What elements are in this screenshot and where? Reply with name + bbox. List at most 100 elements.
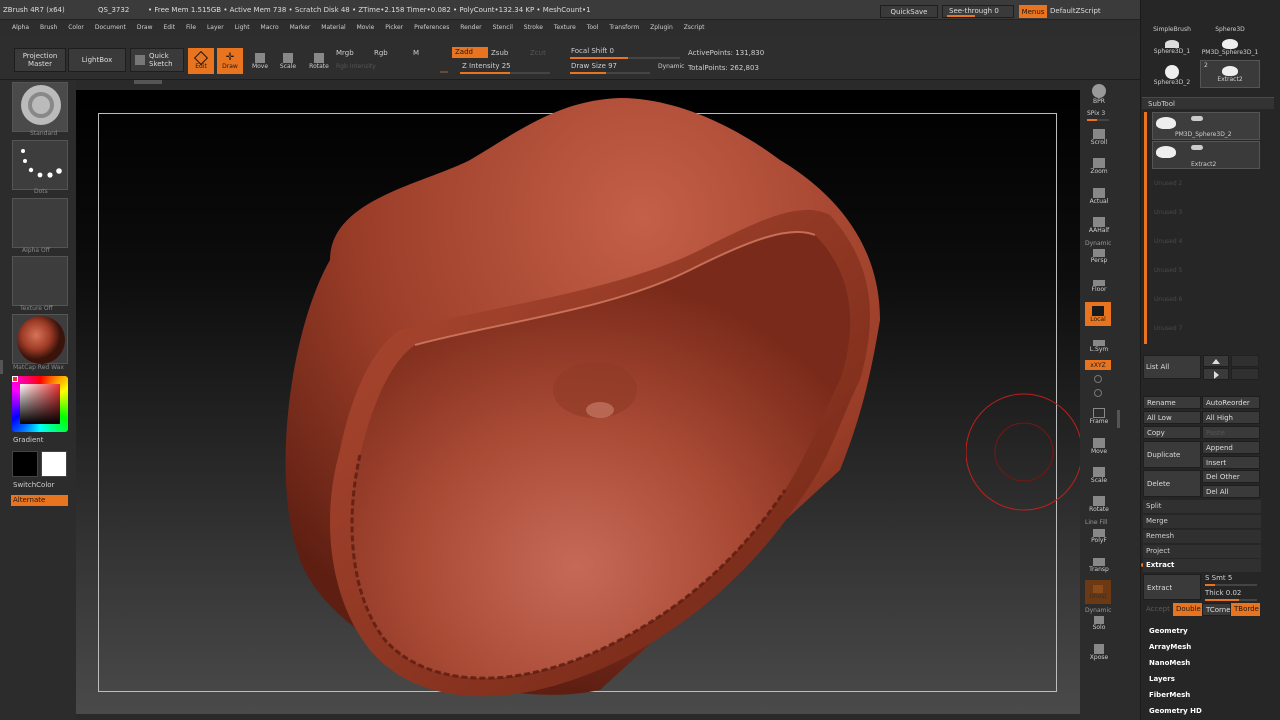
rotate-y-icon[interactable] bbox=[1094, 375, 1102, 383]
scale-view-button[interactable]: Scale bbox=[1087, 463, 1111, 487]
stroke-button[interactable] bbox=[12, 140, 68, 190]
remesh-section[interactable]: Remesh bbox=[1143, 530, 1261, 543]
autoreorder-button[interactable]: AutoReorder bbox=[1202, 396, 1260, 409]
subtool-slot-2[interactable]: Unused 2 bbox=[1146, 170, 1256, 198]
lsym-button[interactable]: L.Sym bbox=[1087, 336, 1111, 356]
rgb-intensity-slider[interactable]: Rgb Intensity bbox=[336, 63, 376, 70]
solo-button[interactable]: Solo bbox=[1087, 613, 1111, 633]
xyz-toggle[interactable]: xXYZ bbox=[1085, 360, 1111, 370]
draw-size-slider[interactable]: Draw Size 97 bbox=[571, 62, 617, 70]
del-other-button[interactable]: Del Other bbox=[1202, 470, 1260, 483]
fibermesh-section[interactable]: FiberMesh bbox=[1149, 691, 1190, 699]
z-intensity-slider[interactable]: Z Intensity 25 bbox=[462, 62, 511, 70]
rgb-toggle[interactable]: Rgb bbox=[374, 49, 388, 57]
tcorne-toggle[interactable]: TCorne bbox=[1202, 603, 1231, 616]
focal-shift-slider[interactable]: Focal Shift 0 bbox=[571, 47, 614, 55]
default-zscript[interactable]: DefaultZScript bbox=[1050, 7, 1101, 15]
menu-picker[interactable]: Picker bbox=[385, 24, 403, 31]
menu-color[interactable]: Color bbox=[68, 24, 84, 31]
menu-file[interactable]: File bbox=[186, 24, 196, 31]
rotate-view-button[interactable]: Rotate bbox=[1087, 492, 1111, 516]
menu-texture[interactable]: Texture bbox=[554, 24, 576, 31]
move-view-button[interactable]: Move bbox=[1087, 434, 1111, 458]
edit-button[interactable]: Edit bbox=[188, 48, 214, 74]
color-picker[interactable] bbox=[10, 376, 70, 434]
arrow-right-button[interactable] bbox=[1203, 368, 1229, 380]
aahalf-button[interactable]: AAHalf bbox=[1087, 213, 1111, 237]
menu-transform[interactable]: Transform bbox=[609, 24, 639, 31]
menu-render[interactable]: Render bbox=[460, 24, 481, 31]
project-section[interactable]: Project bbox=[1143, 545, 1261, 558]
menu-preferences[interactable]: Preferences bbox=[414, 24, 449, 31]
visibility-icon[interactable] bbox=[1191, 116, 1203, 121]
tborde-toggle[interactable]: TBorde bbox=[1231, 603, 1260, 616]
mrgb-toggle[interactable]: Mrgb bbox=[336, 49, 354, 57]
nanomesh-section[interactable]: NanoMesh bbox=[1149, 659, 1190, 667]
menu-draw[interactable]: Draw bbox=[137, 24, 153, 31]
document-canvas[interactable] bbox=[76, 80, 1080, 714]
persp-button[interactable]: Persp bbox=[1087, 246, 1111, 266]
spix-slider[interactable]: SPix 3 bbox=[1087, 110, 1105, 117]
zsub-toggle[interactable]: Zsub bbox=[491, 49, 508, 57]
quicksave-button[interactable]: QuickSave bbox=[880, 5, 938, 18]
right-tray-handle[interactable] bbox=[1117, 410, 1120, 428]
secondary-color-swatch[interactable] bbox=[41, 451, 67, 477]
menu-edit[interactable]: Edit bbox=[163, 24, 175, 31]
local-button[interactable]: Local bbox=[1085, 302, 1111, 326]
main-color-swatch[interactable] bbox=[12, 451, 38, 477]
menu-layer[interactable]: Layer bbox=[207, 24, 224, 31]
xpose-button[interactable]: Xpose bbox=[1087, 641, 1111, 663]
zcut-toggle[interactable]: Zcut bbox=[530, 49, 546, 57]
menu-movie[interactable]: Movie bbox=[357, 24, 375, 31]
copy-button[interactable]: Copy bbox=[1143, 426, 1201, 439]
lightbox-button[interactable]: LightBox bbox=[68, 48, 126, 72]
menu-tool[interactable]: Tool bbox=[587, 24, 599, 31]
zadd-toggle[interactable]: Zadd bbox=[452, 47, 488, 58]
menu-stencil[interactable]: Stencil bbox=[493, 24, 513, 31]
double-toggle[interactable]: Double bbox=[1173, 603, 1202, 616]
bpr-button[interactable]: BPR bbox=[1088, 82, 1110, 106]
switch-color-button[interactable]: SwitchColor bbox=[13, 481, 54, 489]
draw-button[interactable]: ✛ Draw bbox=[217, 48, 243, 74]
floor-button[interactable]: Floor bbox=[1087, 276, 1111, 296]
subtool-slot-3[interactable]: Unused 3 bbox=[1146, 199, 1256, 227]
menu-macro[interactable]: Macro bbox=[261, 24, 279, 31]
menu-document[interactable]: Document bbox=[95, 24, 126, 31]
accept-button[interactable]: Accept bbox=[1143, 603, 1173, 616]
extracted-mesh-model[interactable] bbox=[76, 90, 1080, 714]
m-toggle[interactable]: M bbox=[413, 49, 419, 57]
polyf-button[interactable]: PolyF bbox=[1087, 526, 1111, 546]
subtool-slot-4[interactable]: Unused 4 bbox=[1146, 228, 1256, 256]
all-high-button[interactable]: All High bbox=[1202, 411, 1260, 424]
delete-button[interactable]: Delete bbox=[1143, 470, 1201, 497]
frame-button[interactable]: Frame bbox=[1087, 404, 1111, 428]
append-button[interactable]: Append bbox=[1202, 441, 1260, 454]
tool-sphere3d-2[interactable]: Sphere3D_2 bbox=[1146, 62, 1198, 88]
menu-material[interactable]: Material bbox=[321, 24, 345, 31]
tool-sphere3d-1[interactable]: Sphere3D_1 bbox=[1146, 34, 1198, 60]
geometry-hd-section[interactable]: Geometry HD bbox=[1149, 707, 1202, 715]
extract-section[interactable]: Extract bbox=[1143, 559, 1261, 572]
gradient-toggle[interactable]: Gradient bbox=[13, 436, 43, 444]
move-up-button[interactable] bbox=[1203, 355, 1229, 367]
material-button[interactable] bbox=[12, 314, 68, 364]
menu-stroke[interactable]: Stroke bbox=[524, 24, 543, 31]
subtool-item-2[interactable]: Extract2 bbox=[1152, 141, 1260, 169]
alternate-toggle[interactable]: Alternate bbox=[11, 495, 68, 506]
rotate-z-icon[interactable] bbox=[1094, 389, 1102, 397]
menu-light[interactable]: Light bbox=[235, 24, 250, 31]
alpha-button[interactable] bbox=[12, 198, 68, 248]
tool-pm3d-sphere3d-1[interactable]: PM3D_Sphere3D_1 bbox=[1200, 34, 1260, 60]
zoom-button[interactable]: Zoom bbox=[1087, 154, 1111, 178]
rotate-button[interactable]: Rotate bbox=[306, 48, 332, 74]
quick-sketch-button[interactable]: Quick Sketch bbox=[130, 48, 184, 72]
menu-brush[interactable]: Brush bbox=[40, 24, 57, 31]
move-down-button[interactable] bbox=[1231, 355, 1259, 367]
see-through-slider[interactable]: See-through 0 bbox=[942, 5, 1014, 18]
menu-marker[interactable]: Marker bbox=[290, 24, 311, 31]
paste-button[interactable]: Paste bbox=[1202, 426, 1260, 439]
tool-extract2[interactable]: 2 Extract2 bbox=[1200, 60, 1260, 88]
brush-button[interactable] bbox=[12, 82, 68, 132]
menu-zscript[interactable]: Zscript bbox=[684, 24, 705, 31]
move-button[interactable]: Move bbox=[248, 48, 272, 74]
